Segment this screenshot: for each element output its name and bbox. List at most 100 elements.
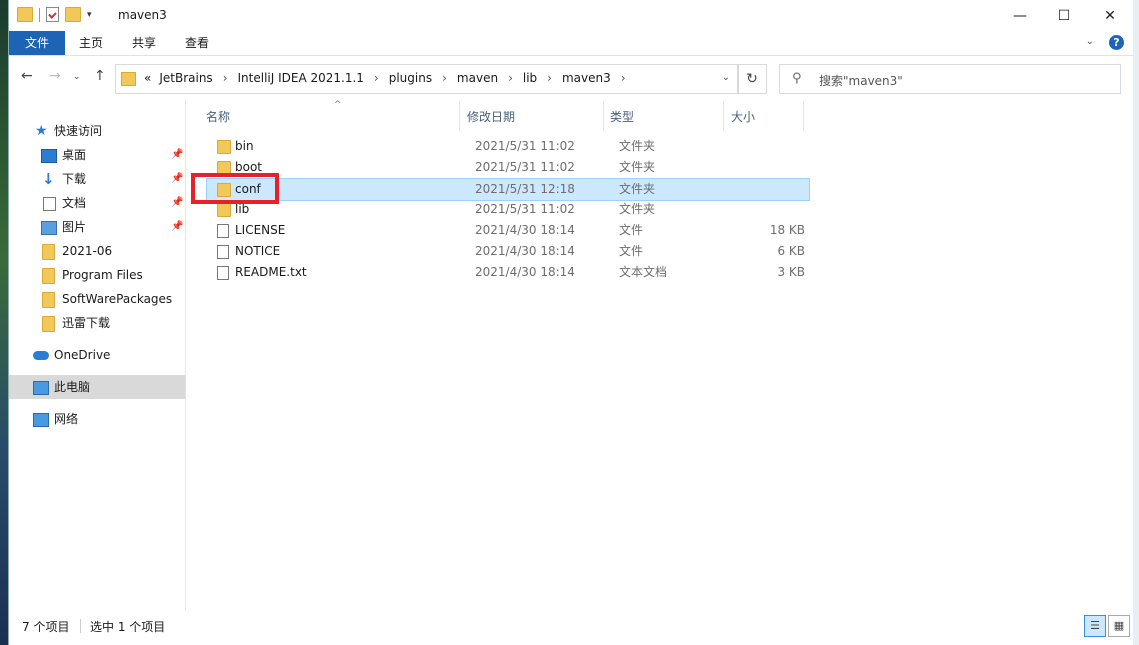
window-title: maven3 — [118, 8, 167, 22]
column-header-type[interactable]: 类型 — [610, 100, 634, 130]
file-size: 18 KB — [769, 223, 805, 237]
folder-icon — [217, 140, 231, 154]
sidebar-item-label: 此电脑 — [54, 380, 91, 394]
sidebar-item-downloads[interactable]: ↓ 下载 📌 — [9, 167, 185, 191]
file-name: bin — [235, 139, 254, 153]
column-header-date[interactable]: 修改日期 — [467, 100, 515, 130]
breadcrumb-separator-icon[interactable]: › — [615, 71, 632, 85]
column-divider[interactable] — [603, 102, 604, 130]
refresh-button[interactable]: ↻ — [737, 64, 767, 94]
column-divider[interactable] — [459, 102, 460, 130]
help-icon[interactable]: ? — [1109, 35, 1124, 50]
breadcrumb-overflow[interactable]: « — [140, 71, 155, 85]
up-arrow-icon[interactable]: ↑ — [94, 68, 106, 84]
ribbon: 文件 主页 共享 查看 ⌄ ? — [9, 31, 1134, 56]
column-divider[interactable] — [723, 102, 724, 130]
file-size: 3 KB — [777, 265, 805, 279]
sidebar-item-label: 桌面 — [62, 148, 87, 162]
tab-home[interactable]: 主页 — [69, 31, 113, 55]
pin-icon[interactable]: 📌 — [171, 191, 183, 215]
sidebar-item-documents[interactable]: 文档 📌 — [9, 191, 185, 215]
close-button[interactable]: ✕ — [1087, 0, 1133, 31]
table-row[interactable]: lib 2021/5/31 11:02 文件夹 — [207, 199, 809, 220]
forward-arrow-icon[interactable]: → — [49, 68, 61, 84]
folder-icon — [17, 7, 33, 22]
desktop-icon — [41, 149, 57, 163]
search-input[interactable]: ⚲ 搜索"maven3" — [779, 64, 1121, 94]
minimize-button[interactable]: — — [997, 0, 1043, 31]
tab-file[interactable]: 文件 — [9, 31, 65, 55]
breadcrumb-maven[interactable]: maven — [453, 71, 502, 85]
folder-icon — [42, 316, 55, 332]
search-icon: ⚲ — [792, 71, 802, 86]
breadcrumb-separator-icon[interactable]: › — [217, 71, 234, 85]
breadcrumb-jetbrains[interactable]: JetBrains — [155, 71, 216, 85]
table-row[interactable]: conf 2021/5/31 12:18 文件夹 — [206, 178, 810, 201]
column-header-size[interactable]: 大小 — [731, 100, 755, 130]
sidebar-item-onedrive[interactable]: OneDrive — [9, 343, 185, 367]
sidebar-item-softwarepackages[interactable]: SoftWarePackages — [9, 287, 185, 311]
breadcrumb-separator-icon[interactable]: › — [368, 71, 385, 85]
table-row[interactable]: NOTICE 2021/4/30 18:14 文件 6 KB — [207, 241, 809, 262]
sidebar-item-2021-06[interactable]: 2021-06 — [9, 239, 185, 263]
breadcrumb-maven3[interactable]: maven3 — [558, 71, 615, 85]
breadcrumb-intellij[interactable]: IntelliJ IDEA 2021.1.1 — [234, 71, 368, 85]
properties-icon[interactable] — [46, 7, 59, 22]
folder-icon — [42, 292, 55, 308]
folder-icon — [121, 72, 136, 86]
sidebar-item-label: SoftWarePackages — [62, 292, 173, 306]
sidebar-item-label: 2021-06 — [62, 244, 113, 258]
column-header-name[interactable]: 名称 — [206, 100, 230, 130]
pin-icon[interactable]: 📌 — [171, 167, 183, 191]
new-folder-icon[interactable] — [65, 7, 81, 22]
details-view-icon[interactable]: ☰ — [1084, 615, 1106, 637]
sidebar-item-label: OneDrive — [54, 348, 111, 362]
file-size: 6 KB — [777, 244, 805, 258]
highlight-box — [191, 173, 279, 204]
download-icon: ↓ — [42, 170, 55, 188]
table-row[interactable]: LICENSE 2021/4/30 18:14 文件 18 KB — [207, 220, 809, 241]
selected-count: 选中 1 个项目 — [90, 620, 166, 634]
breadcrumb-plugins[interactable]: plugins — [385, 71, 436, 85]
pin-icon[interactable]: 📌 — [171, 215, 183, 239]
file-type: 文件 — [619, 244, 644, 258]
sidebar-item-pictures[interactable]: 图片 📌 — [9, 215, 185, 239]
breadcrumb-separator-icon[interactable]: › — [502, 71, 519, 85]
breadcrumb-separator-icon[interactable]: › — [541, 71, 558, 85]
sidebar-item-program-files[interactable]: Program Files — [9, 263, 185, 287]
column-divider[interactable] — [803, 102, 804, 130]
file-type: 文件夹 — [619, 160, 656, 174]
maximize-button[interactable]: ☐ — [1041, 0, 1087, 31]
file-date: 2021/5/31 12:18 — [475, 182, 575, 196]
back-arrow-icon[interactable]: ← — [21, 68, 33, 84]
sidebar-item-this-pc[interactable]: 此电脑 — [9, 375, 185, 399]
file-date: 2021/4/30 18:14 — [475, 244, 575, 258]
table-row[interactable]: boot 2021/5/31 11:02 文件夹 — [207, 157, 809, 178]
breadcrumb-lib[interactable]: lib — [519, 71, 541, 85]
sidebar-item-xunlei-downloads[interactable]: 迅雷下载 — [9, 311, 185, 335]
sidebar-item-network[interactable]: 网络 — [9, 407, 185, 431]
file-type: 文件夹 — [619, 202, 656, 216]
table-row[interactable]: README.txt 2021/4/30 18:14 文本文档 3 KB — [207, 262, 809, 283]
address-dropdown-icon[interactable]: ⌄ — [722, 72, 730, 83]
file-icon — [217, 224, 229, 238]
file-date: 2021/5/31 11:02 — [475, 139, 575, 153]
expand-ribbon-chevron-icon[interactable]: ⌄ — [1086, 36, 1094, 47]
sidebar-item-quick-access[interactable]: ★ 快速访问 — [9, 119, 185, 143]
pin-icon[interactable]: 📌 — [171, 143, 183, 167]
customize-toolbar-dropdown-icon[interactable]: ▾ — [87, 10, 92, 20]
tab-view[interactable]: 查看 — [175, 31, 219, 55]
computer-icon — [33, 381, 49, 395]
file-date: 2021/5/31 11:02 — [475, 202, 575, 216]
table-row[interactable]: bin 2021/5/31 11:02 文件夹 — [207, 136, 809, 157]
address-bar[interactable]: « JetBrains › IntelliJ IDEA 2021.1.1 › p… — [115, 64, 739, 94]
recent-locations-chevron-icon[interactable]: ⌄ — [73, 72, 81, 82]
tab-share[interactable]: 共享 — [122, 31, 166, 55]
breadcrumb-separator-icon[interactable]: › — [436, 71, 453, 85]
toolbar-divider — [39, 7, 40, 22]
sidebar-item-desktop[interactable]: 桌面 📌 — [9, 143, 185, 167]
cloud-icon — [33, 351, 49, 360]
sidebar-item-label: 下载 — [62, 172, 87, 186]
sidebar-item-label: 网络 — [54, 412, 79, 426]
large-icons-view-icon[interactable]: ▦ — [1108, 615, 1130, 637]
